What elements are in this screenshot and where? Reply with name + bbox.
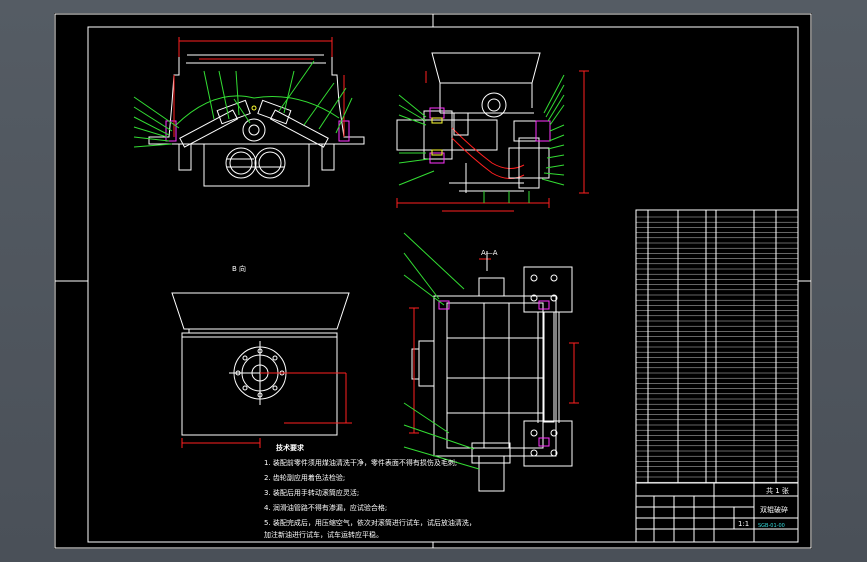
b-view-label: B 向 (232, 264, 246, 273)
side-section-view[interactable] (396, 52, 589, 212)
note-line: 3. 装配后用手转动滚筒应灵活; (264, 488, 359, 497)
note-line: 1. 装配前零件须用煤油清洗干净，零件表面不得有损伤及毛刺; (264, 458, 457, 467)
outer-border (54, 13, 812, 549)
drawing-sheet[interactable]: B 向 A—A 技术要求 1. 装配前零件须用煤油清洗干净，零件表面不得有损伤及… (54, 13, 812, 549)
title-block[interactable]: 共 1 张 双辊破碎 1:1 SGB-01-00 (636, 482, 798, 542)
note-line: 5. 装配完成后，用压缩空气，依次对滚筒进行试车，试后放油清洗， (264, 518, 476, 527)
note-line: 加注新油进行试车，试车运转应平稳。 (264, 530, 383, 539)
notes-title: 技术要求 (276, 443, 305, 452)
drawing-name: 双辊破碎 (760, 505, 788, 514)
center-marks (55, 14, 811, 548)
section-leaders (403, 232, 480, 470)
drawing-number: SGB-01-00 (758, 523, 785, 529)
section-label: A—A (481, 249, 498, 257)
cad-viewport[interactable]: B 向 A—A 技术要求 1. 装配前零件须用煤油清洗干净，零件表面不得有损伤及… (0, 0, 867, 562)
b-view[interactable]: B 向 (171, 264, 352, 448)
front-leaders (133, 60, 353, 148)
note-line: 2. 齿轮副应用着色法检验; (264, 473, 345, 482)
parts-list-rows (636, 216, 798, 483)
technical-notes: 技术要求 1. 装配前零件须用煤油清洗干净，零件表面不得有损伤及毛刺; 2. 齿… (264, 443, 476, 539)
drawing-scale: 1:1 (738, 520, 749, 528)
sheet-count: 共 1 张 (766, 486, 789, 495)
note-line: 4. 润滑油管路不得有渗漏，应试验合格; (264, 503, 387, 512)
front-view[interactable] (133, 37, 365, 187)
a-a-section-view[interactable]: A—A (403, 232, 579, 492)
drawing-canvas: B 向 A—A 技术要求 1. 装配前零件须用煤油清洗干净，零件表面不得有损伤及… (54, 13, 812, 549)
